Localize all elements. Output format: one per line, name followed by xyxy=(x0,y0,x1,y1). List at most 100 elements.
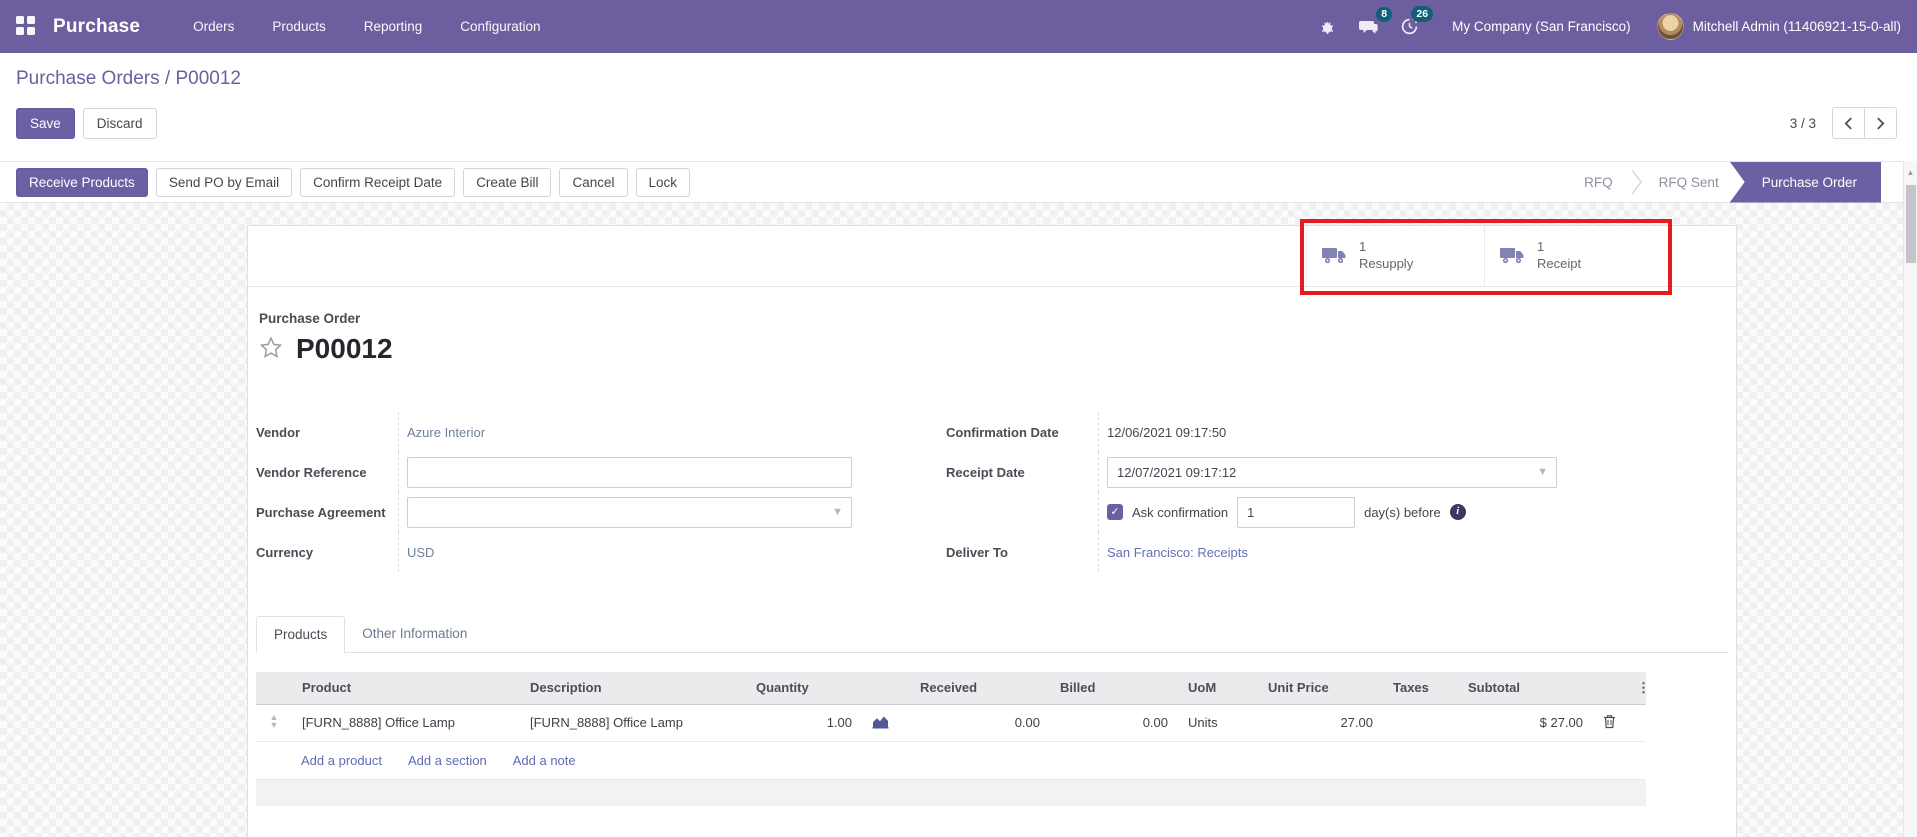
create-bill-button[interactable]: Create Bill xyxy=(463,167,552,197)
add-a-note-link[interactable]: Add a note xyxy=(513,753,576,768)
breadcrumb: Purchase Orders / P00012 xyxy=(16,68,1901,90)
pager-value: 3 / 3 xyxy=(1789,115,1816,131)
billed-column-header[interactable]: Billed xyxy=(1050,672,1178,705)
vertical-scrollbar[interactable]: ▲ xyxy=(1903,161,1917,837)
table-header-row: Product Description Quantity Received Bi… xyxy=(256,672,1650,705)
info-icon: i xyxy=(1449,504,1466,520)
pager-previous-button[interactable] xyxy=(1832,107,1865,139)
product-column-header[interactable]: Product xyxy=(292,672,520,705)
taxes-column-header[interactable]: Taxes xyxy=(1383,672,1458,705)
apps-square xyxy=(16,16,24,24)
uom-column-header[interactable]: UoM xyxy=(1178,672,1258,705)
stage-chevron-icon xyxy=(1630,162,1642,203)
field-group: Vendor Azure Interior Vendor Reference P… xyxy=(256,412,1728,572)
save-button[interactable]: Save xyxy=(16,107,75,139)
send-po-by-email-button[interactable]: Send PO by Email xyxy=(155,167,293,197)
optional-columns-icon[interactable]: ⋮ xyxy=(1627,672,1650,705)
apps-menu-icon[interactable] xyxy=(16,16,37,37)
menu-products[interactable]: Products xyxy=(253,2,344,51)
cell-description[interactable]: [FURN_8888] Office Lamp xyxy=(520,704,746,742)
forecast-chart-icon[interactable] xyxy=(862,704,910,742)
menu-configuration[interactable]: Configuration xyxy=(441,2,559,51)
apps-square xyxy=(16,27,24,35)
order-lines-table: Product Description Quantity Received Bi… xyxy=(256,672,1650,742)
resupply-smart-button[interactable]: 1 Resupply xyxy=(1306,226,1484,286)
receipt-smart-button[interactable]: 1 Receipt xyxy=(1484,226,1662,286)
resupply-label: Resupply xyxy=(1359,256,1414,271)
breadcrumb-parent[interactable]: Purchase Orders xyxy=(16,68,160,89)
vendor-reference-input[interactable] xyxy=(407,456,852,488)
receive-products-button[interactable]: Receive Products xyxy=(16,167,148,197)
deliver-to-value-link[interactable]: San Francisco: Receipts xyxy=(1107,545,1248,560)
activities-badge: 26 xyxy=(1411,6,1434,22)
add-a-section-link[interactable]: Add a section xyxy=(408,753,487,768)
debug-bug-icon[interactable] xyxy=(1308,14,1347,39)
scrollbar-thumb[interactable] xyxy=(1906,185,1916,263)
table-row[interactable]: ▲ ▼ [FURN_8888] Office Lamp [FURN_8888] O… xyxy=(256,704,1646,742)
confirm-receipt-date-button[interactable]: Confirm Receipt Date xyxy=(300,167,456,197)
messages-icon[interactable]: 8 xyxy=(1347,6,1393,40)
user-avatar[interactable] xyxy=(1656,13,1684,40)
breadcrumb-separator: / xyxy=(164,68,171,89)
cell-subtotal[interactable]: $ 27.00 xyxy=(1458,704,1593,742)
apps-square xyxy=(27,27,35,35)
ask-confirmation-checkbox[interactable]: ✓ xyxy=(1107,504,1123,520)
discard-button[interactable]: Discard xyxy=(82,107,157,139)
receipt-count: 1 xyxy=(1537,239,1545,255)
app-name[interactable]: Purchase xyxy=(53,16,140,38)
unit-price-column-header[interactable]: Unit Price xyxy=(1258,672,1383,705)
tab-products[interactable]: Products xyxy=(256,616,346,653)
scrollbar-up-arrow-icon[interactable]: ▲ xyxy=(1904,161,1917,177)
received-column-header[interactable]: Received xyxy=(910,672,1050,705)
menu-reporting[interactable]: Reporting xyxy=(345,2,442,51)
receipt-date-label: Receipt Date xyxy=(946,452,1099,492)
company-switcher[interactable]: My Company (San Francisco) xyxy=(1452,19,1631,34)
empty-label-cell xyxy=(946,492,1099,532)
delete-row-trash-icon[interactable] xyxy=(1593,704,1627,742)
description-column-header[interactable]: Description xyxy=(520,672,746,705)
cancel-button[interactable]: Cancel xyxy=(559,167,628,197)
favorite-star-icon[interactable] xyxy=(259,336,283,362)
stage-purchase-order[interactable]: Purchase Order xyxy=(1729,161,1881,203)
tab-other-information[interactable]: Other Information xyxy=(345,616,484,652)
top-navbar: Purchase Orders Products Reporting Confi… xyxy=(0,0,1917,53)
days-before-suffix: day(s) before xyxy=(1364,504,1441,520)
menu-orders[interactable]: Orders xyxy=(174,2,253,51)
pager: 3 / 3 xyxy=(1790,107,1897,139)
currency-value-link[interactable]: USD xyxy=(407,545,434,560)
purchase-agreement-select[interactable] xyxy=(407,496,852,528)
cell-quantity[interactable]: 1.00 xyxy=(746,704,862,742)
lock-button[interactable]: Lock xyxy=(635,167,691,197)
pager-next-button[interactable] xyxy=(1864,107,1897,139)
page-title: P00012 xyxy=(296,333,393,364)
form-sheet: 1 Resupply 1 Receipt Purchase Order P000… xyxy=(247,219,1737,837)
stage-rfq[interactable]: RFQ xyxy=(1567,162,1630,203)
cell-taxes[interactable] xyxy=(1383,704,1458,742)
purchase-agreement-label: Purchase Agreement xyxy=(256,492,399,532)
totals-band xyxy=(256,779,1646,806)
statusbar: Receive Products Send PO by Email Confir… xyxy=(0,161,1917,203)
drag-handle-icon[interactable]: ▲ ▼ xyxy=(256,704,292,742)
cell-received[interactable]: 0.00 xyxy=(910,704,1050,742)
user-menu[interactable]: Mitchell Admin (11406921-15-0-all) xyxy=(1693,19,1901,34)
subtotal-column-header[interactable]: Subtotal xyxy=(1458,672,1593,705)
cell-unit-price[interactable]: 27.00 xyxy=(1258,704,1383,742)
form-view-background: 1 Resupply 1 Receipt Purchase Order P000… xyxy=(0,203,1917,837)
add-a-product-link[interactable]: Add a product xyxy=(301,753,382,768)
notebook-tabs: Products Other Information xyxy=(256,616,1728,653)
cell-uom[interactable]: Units xyxy=(1178,704,1258,742)
days-before-input[interactable] xyxy=(1237,496,1356,528)
cell-billed[interactable]: 0.00 xyxy=(1050,704,1178,742)
breadcrumb-current: P00012 xyxy=(175,68,241,89)
resupply-count: 1 xyxy=(1359,239,1367,255)
line-add-links: Add a product Add a section Add a note xyxy=(256,742,1646,780)
stage-rfq-sent[interactable]: RFQ Sent xyxy=(1642,162,1736,203)
navbar-right: 8 26 My Company (San Francisco) Mitchell… xyxy=(1308,6,1901,40)
vendor-value-link[interactable]: Azure Interior xyxy=(407,425,485,440)
quantity-column-header[interactable]: Quantity xyxy=(746,672,862,705)
cell-product[interactable]: [FURN_8888] Office Lamp xyxy=(292,704,520,742)
currency-label: Currency xyxy=(256,532,399,572)
receipt-date-input[interactable] xyxy=(1107,456,1557,488)
activities-clock-icon[interactable]: 26 xyxy=(1389,6,1434,40)
receipt-label: Receipt xyxy=(1537,256,1582,271)
